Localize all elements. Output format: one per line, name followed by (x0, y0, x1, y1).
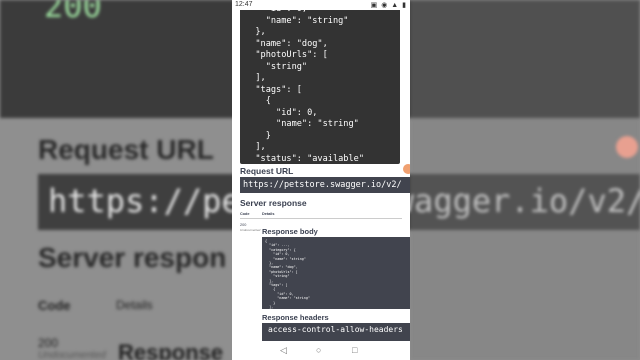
home-icon[interactable]: ○ (316, 345, 321, 355)
background-status-code: 200 (38, 336, 59, 350)
android-nav-bar: ◁ ○ □ (232, 342, 410, 360)
background-undocumented-note: Undocumented (38, 350, 106, 360)
request-url-box[interactable]: https://petstore.swagger.io/v2/ (240, 177, 410, 193)
back-icon[interactable]: ◁ (280, 345, 287, 356)
status-icons: ▣ ◉ ▲ ▮ (370, 2, 407, 9)
request-body-code-block: "id": 0, "name": "string" }, "name": "do… (240, 0, 400, 175)
response-headers-label: Response headers (262, 313, 329, 322)
request-body-code: "id": 0, "name": "string" }, "name": "do… (245, 4, 364, 175)
background-request-url-title: Request URL (38, 134, 214, 165)
touch-indicator (403, 164, 410, 174)
background-code-text: 200 (44, 0, 102, 25)
status-bar: 12:47 ▣ ◉ ▲ ▮ (232, 0, 410, 10)
background-server-response-title: Server respon (38, 242, 227, 273)
server-response-label: Server response (240, 198, 307, 208)
undocumented-note: Undocumented (240, 228, 261, 232)
background-dot (616, 136, 638, 158)
table-divider (240, 218, 402, 219)
recents-icon[interactable]: □ (352, 345, 357, 355)
response-status-code: 200 (240, 223, 247, 227)
code-column-header: Code (240, 212, 250, 216)
response-body-box[interactable]: { "id": ..., "category": { "id": 0, "nam… (262, 237, 410, 318)
response-body-code: { "id": ..., "category": { "id": 0, "nam… (265, 239, 312, 318)
response-body-label: Response body (262, 227, 318, 236)
background-right-panel (410, 0, 640, 360)
response-headers-box[interactable]: access-control-allow-headers (262, 323, 410, 341)
phone-screen: "id": 0, "name": "string" }, "name": "do… (232, 0, 410, 360)
details-column-header: Details (262, 212, 275, 216)
background-code-header: Code (38, 298, 71, 313)
response-headers-first-line: access-control-allow-headers (268, 325, 403, 334)
background-response-title: Response (118, 340, 224, 360)
background-details-header: Details (116, 298, 153, 312)
request-url-text: https://petstore.swagger.io/v2/ (243, 180, 402, 190)
status-time: 12:47 (235, 1, 253, 8)
request-url-label: Request URL (240, 166, 294, 176)
